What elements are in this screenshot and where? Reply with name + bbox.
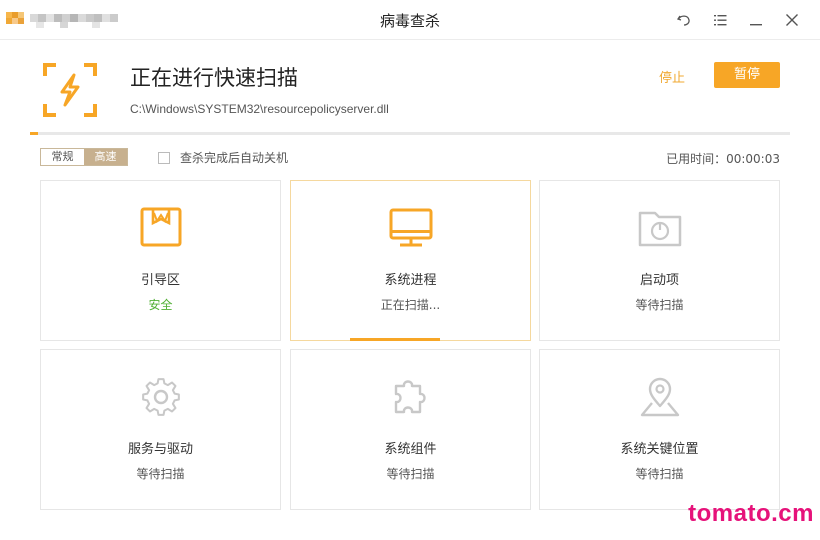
scan-progress-fill [30,132,38,135]
scan-item-progress-bar [350,338,440,341]
scan-item-system-components: 系统组件 等待扫描 [290,349,531,510]
scan-item-startup: 启动项 等待扫描 [539,180,780,341]
scan-item-name: 系统进程 [384,273,437,288]
scan-item-status: 等待扫描 [635,298,684,312]
scan-item-name: 服务与驱动 [127,442,193,457]
undo-arrow-icon [676,15,690,26]
scan-item-status: 等待扫描 [635,467,684,481]
scan-mode-toggle: 常规 高速 [40,148,128,166]
scan-progress-bar [30,132,790,135]
window-title: 病毒查杀 [379,12,440,30]
watermark-text: tomato.cm [688,500,814,527]
elapsed-time: 已用时间：00:00:03 [666,150,780,167]
menu-list-icon [714,15,727,26]
minimize-button[interactable] [746,10,766,30]
scan-item-boot-sector: 引导区 安全 [40,180,281,341]
mode-fast-option[interactable]: 高速 [84,149,127,165]
stop-button[interactable]: 停止 [659,67,685,86]
location-pin-icon [637,376,683,418]
scan-item-status: 正在扫描... [380,298,441,312]
scan-item-system-process: 系统进程 正在扫描... [290,180,531,341]
elapsed-time-value: 00:00:03 [726,152,780,166]
pause-button[interactable]: 暂停 [714,62,780,88]
startup-folder-icon [637,207,683,249]
quick-scan-icon [42,62,98,118]
scan-item-name: 引导区 [140,273,180,288]
auto-shutdown-option[interactable]: 查杀完成后自动关机 [158,149,288,166]
close-icon [786,14,798,26]
scan-item-key-locations: 系统关键位置 等待扫描 [539,349,780,510]
gear-icon [138,376,184,418]
mode-normal-option[interactable]: 常规 [41,149,84,165]
scan-title: 正在进行快速扫描 [130,66,298,90]
scan-item-status: 等待扫描 [136,467,185,481]
current-file-path: C:\Windows\SYSTEM32\resourcepolicyserver… [130,102,389,116]
scan-item-name: 系统组件 [384,442,437,457]
title-bar: 病毒查杀 [0,0,820,40]
puzzle-icon [388,376,434,418]
menu-button[interactable] [710,10,730,30]
boot-sector-icon [138,207,184,249]
back-button[interactable] [674,10,694,30]
monitor-icon [388,207,434,249]
scan-item-name: 系统关键位置 [620,442,699,457]
scan-item-name: 启动项 [639,273,679,288]
scan-item-status: 等待扫描 [386,467,435,481]
auto-shutdown-label: 查杀完成后自动关机 [180,151,289,165]
auto-shutdown-checkbox[interactable] [158,151,170,164]
elapsed-time-label: 已用时间： [666,152,727,166]
close-button[interactable] [782,10,802,30]
scan-item-services-drivers: 服务与驱动 等待扫描 [40,349,281,510]
minimize-icon [750,24,762,26]
scan-item-status: 安全 [148,298,173,312]
